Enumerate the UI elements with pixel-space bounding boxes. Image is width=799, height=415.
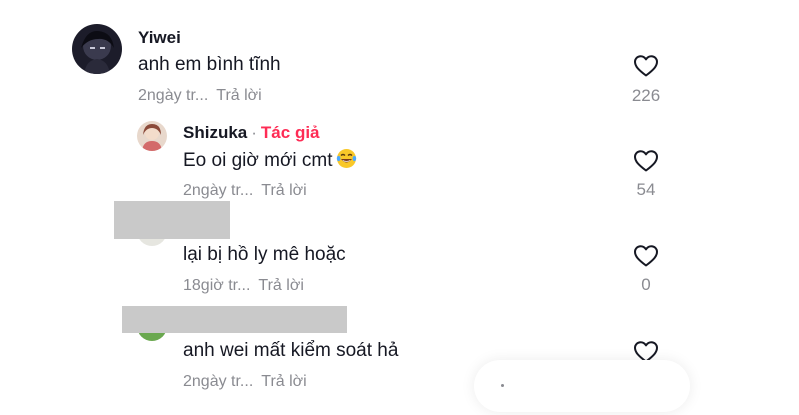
reply-text: lại bị hồ ly mê hoặc (183, 244, 346, 265)
reply-timestamp: 2ngày tr... (183, 373, 254, 390)
like-button[interactable] (616, 149, 676, 173)
like-count: 54 (636, 180, 656, 199)
reply-button[interactable]: Trả lời (261, 182, 306, 199)
reply-text: Eo oi giờ mới cmt (183, 150, 333, 171)
heart-outline-icon (634, 55, 658, 77)
reply-text: anh wei mất kiểm soát hả (183, 340, 399, 361)
reply-meta: 18giờ tr... Trả lời (183, 277, 304, 295)
separator-dot: · (251, 123, 257, 142)
reply-meta: 2ngày tr... Trả lời (183, 182, 307, 200)
avatar-shizuka[interactable] (137, 121, 167, 151)
like-button[interactable] (616, 54, 676, 78)
avatar-image (137, 121, 167, 151)
redacted-username-block (114, 201, 230, 239)
like-count: 0 (641, 275, 651, 294)
avatar-yiwei[interactable] (72, 24, 122, 74)
reply-username[interactable]: Shizuka (183, 123, 247, 142)
comment-username[interactable]: Yiwei (138, 28, 181, 48)
reply-text-row: Eo oi giờ mới cmt (183, 148, 357, 175)
like-button[interactable] (616, 244, 676, 268)
comment-timestamp: 2ngày tr... (138, 87, 209, 104)
reply-timestamp: 18giờ tr... (183, 277, 251, 294)
avatar-image (72, 24, 122, 74)
like-count: 226 (631, 86, 661, 105)
heart-outline-icon (634, 245, 658, 267)
reply-meta: 2ngày tr... Trả lời (183, 373, 307, 391)
comment-text: anh em bình tĩnh (138, 54, 281, 75)
reply-username-row: Shizuka · Tác giả (183, 123, 320, 143)
reply-button[interactable]: Trả lời (258, 277, 303, 294)
author-badge: Tác giả (260, 123, 320, 142)
redacted-username-block (122, 306, 347, 333)
comment-meta: 2ngày tr... Trả lời (138, 87, 262, 105)
floating-overlay (474, 360, 690, 412)
reply-button[interactable]: Trả lời (261, 373, 306, 390)
heart-outline-icon (634, 150, 658, 172)
laughing-tears-emoji-icon (336, 148, 357, 175)
overlay-dot (501, 384, 504, 387)
reply-timestamp: 2ngày tr... (183, 182, 254, 199)
reply-button[interactable]: Trả lời (216, 87, 261, 104)
